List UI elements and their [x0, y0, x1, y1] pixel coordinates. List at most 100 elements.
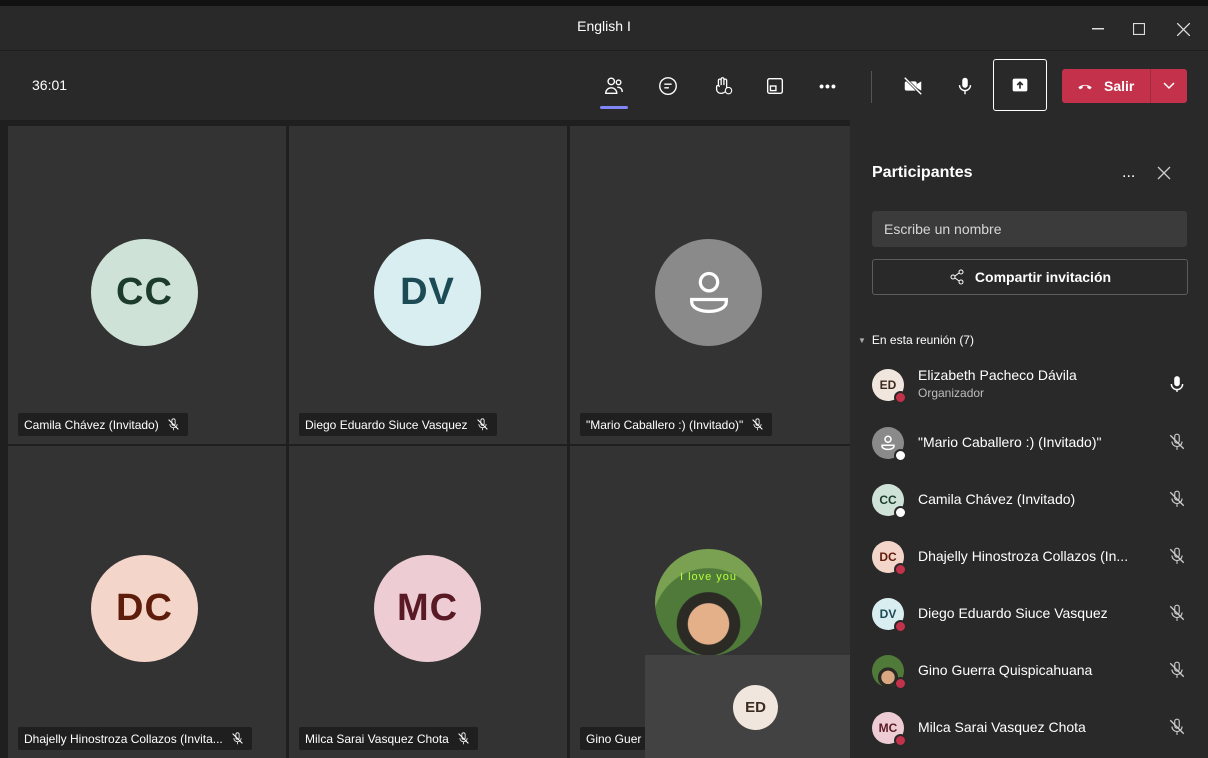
- participant-name: "Mario Caballero :) (Invitado)": [918, 434, 1102, 450]
- avatar: DC: [91, 555, 198, 662]
- panel-more-button[interactable]: ...: [1122, 164, 1135, 182]
- share-invite-button[interactable]: Compartir invitación: [872, 259, 1188, 295]
- person-icon: [881, 435, 895, 451]
- profile-photo: [872, 655, 907, 690]
- leave-options-button[interactable]: [1151, 82, 1187, 90]
- people-icon: [605, 77, 623, 95]
- share-screen-button[interactable]: [993, 59, 1047, 111]
- avatar: DC: [872, 541, 907, 576]
- status-busy-icon: [894, 734, 907, 747]
- camera-toggle-button[interactable]: [896, 69, 930, 103]
- photo-caption: I love you: [679, 571, 738, 583]
- chat-button[interactable]: [651, 69, 685, 103]
- people-button[interactable]: [597, 69, 631, 109]
- mic-muted-icon: [1169, 547, 1185, 564]
- minimize-icon: [1092, 28, 1104, 30]
- share-screen-icon: [1012, 78, 1028, 92]
- close-icon: [1157, 166, 1171, 180]
- participant-tile[interactable]: CC Camila Chávez (Invitado): [8, 126, 286, 444]
- mic-muted-icon: [232, 732, 243, 745]
- participant-name: Dhajelly Hinostroza Collazos (In...: [918, 548, 1129, 564]
- caret-down-icon: ▼: [858, 335, 866, 345]
- toolbar-divider: [871, 71, 872, 103]
- mic-muted-icon: [458, 732, 469, 745]
- status-busy-icon: [894, 677, 907, 690]
- more-icon: •••: [819, 78, 837, 94]
- leave-label: Salir: [1104, 78, 1135, 94]
- avatar: DV: [872, 598, 907, 633]
- section-header[interactable]: ▼ En esta reunión (7): [858, 333, 974, 347]
- participant-tile[interactable]: DV Diego Eduardo Siuce Vasquez: [289, 126, 567, 444]
- participant-row[interactable]: DC Dhajelly Hinostroza Collazos (In...: [872, 537, 1192, 577]
- participant-search-input[interactable]: [872, 211, 1187, 247]
- title-bar: English I: [0, 0, 1208, 50]
- status-busy-icon: [894, 620, 907, 633]
- maximize-icon: [1133, 23, 1145, 35]
- avatar: MC: [374, 555, 481, 662]
- mic-muted-icon: [1169, 661, 1185, 678]
- close-icon: [1176, 22, 1190, 36]
- mic-muted-icon: [167, 418, 179, 431]
- maximize-button[interactable]: [1119, 14, 1159, 44]
- participant-row[interactable]: "Mario Caballero :) (Invitado)": [872, 423, 1192, 463]
- participant-name: Diego Eduardo Siuce Vasquez: [918, 605, 1108, 621]
- leave-main[interactable]: Salir: [1062, 78, 1150, 94]
- person-icon: [689, 271, 728, 313]
- avatar: [655, 239, 762, 346]
- more-actions-button[interactable]: •••: [811, 69, 845, 103]
- participant-row[interactable]: ED Elizabeth Pacheco Dávila Organizador: [872, 365, 1192, 405]
- avatar: MC: [872, 712, 907, 747]
- participant-name: Gino Guerra Quispicahuana: [918, 662, 1093, 678]
- avatar: [872, 427, 907, 462]
- leave-button[interactable]: Salir: [1062, 69, 1187, 103]
- name-tag: Diego Eduardo Siuce Vasquez: [299, 413, 497, 436]
- breakout-rooms-button[interactable]: [758, 69, 792, 103]
- meeting-toolbar: 36:01 ••• Salir: [0, 50, 1208, 120]
- mic-muted-icon: [1169, 604, 1185, 621]
- hang-up-icon: [1078, 84, 1092, 90]
- mic-toggle-button[interactable]: [948, 69, 982, 103]
- participant-name: Camila Chávez (Invitado): [918, 491, 1076, 507]
- camera-off-icon: [903, 76, 923, 96]
- chevron-down-icon: [1163, 82, 1175, 90]
- active-tab-indicator: [600, 106, 628, 109]
- mic-muted-icon: [1169, 433, 1185, 450]
- participant-tile[interactable]: DC Dhajelly Hinostroza Collazos (Invita.…: [8, 446, 286, 758]
- mic-muted-icon: [476, 418, 488, 431]
- avatar: CC: [91, 239, 198, 346]
- name-tag: Dhajelly Hinostroza Collazos (Invita...: [18, 727, 252, 750]
- self-avatar: ED: [733, 685, 778, 730]
- breakout-rooms-icon: [766, 77, 784, 95]
- participant-role: Organizador: [918, 386, 985, 400]
- close-window-button[interactable]: [1163, 14, 1203, 44]
- status-offline-icon: [894, 449, 907, 462]
- video-stage: CC Camila Chávez (Invitado) DV Diego Edu…: [0, 120, 850, 758]
- avatar: DV: [374, 239, 481, 346]
- participant-tile[interactable]: "Mario Caballero :) (Invitado)": [570, 126, 850, 444]
- participant-row[interactable]: Gino Guerra Quispicahuana: [872, 651, 1192, 691]
- participant-row[interactable]: MC Milca Sarai Vasquez Chota: [872, 708, 1192, 748]
- avatar: ED: [872, 369, 907, 404]
- participants-panel: Participantes ... Compartir invitación ▼…: [850, 120, 1208, 758]
- participant-row[interactable]: CC Camila Chávez (Invitado): [872, 480, 1192, 520]
- mic-muted-icon: [1169, 718, 1185, 735]
- participant-name: Elizabeth Pacheco Dávila: [918, 367, 1077, 383]
- mic-icon: [1170, 376, 1184, 392]
- mic-muted-icon: [752, 418, 763, 431]
- status-offline-icon: [894, 506, 907, 519]
- invite-label: Compartir invitación: [974, 269, 1112, 285]
- name-tag: Camila Chávez (Invitado): [18, 413, 188, 436]
- raise-hand-button[interactable]: [706, 69, 740, 103]
- status-busy-icon: [894, 391, 907, 404]
- chat-icon: [659, 77, 677, 95]
- share-icon: [950, 269, 964, 285]
- panel-close-button[interactable]: [1157, 164, 1171, 185]
- name-tag: "Mario Caballero :) (Invitado)": [580, 413, 773, 436]
- self-view[interactable]: ED: [645, 655, 850, 758]
- avatar: CC: [872, 484, 907, 519]
- participant-row[interactable]: DV Diego Eduardo Siuce Vasquez: [872, 594, 1192, 634]
- name-tag: Gino Guer: [580, 727, 650, 750]
- participant-tile[interactable]: MC Milca Sarai Vasquez Chota: [289, 446, 567, 758]
- minimize-button[interactable]: [1078, 14, 1118, 44]
- name-tag: Milca Sarai Vasquez Chota: [299, 727, 478, 750]
